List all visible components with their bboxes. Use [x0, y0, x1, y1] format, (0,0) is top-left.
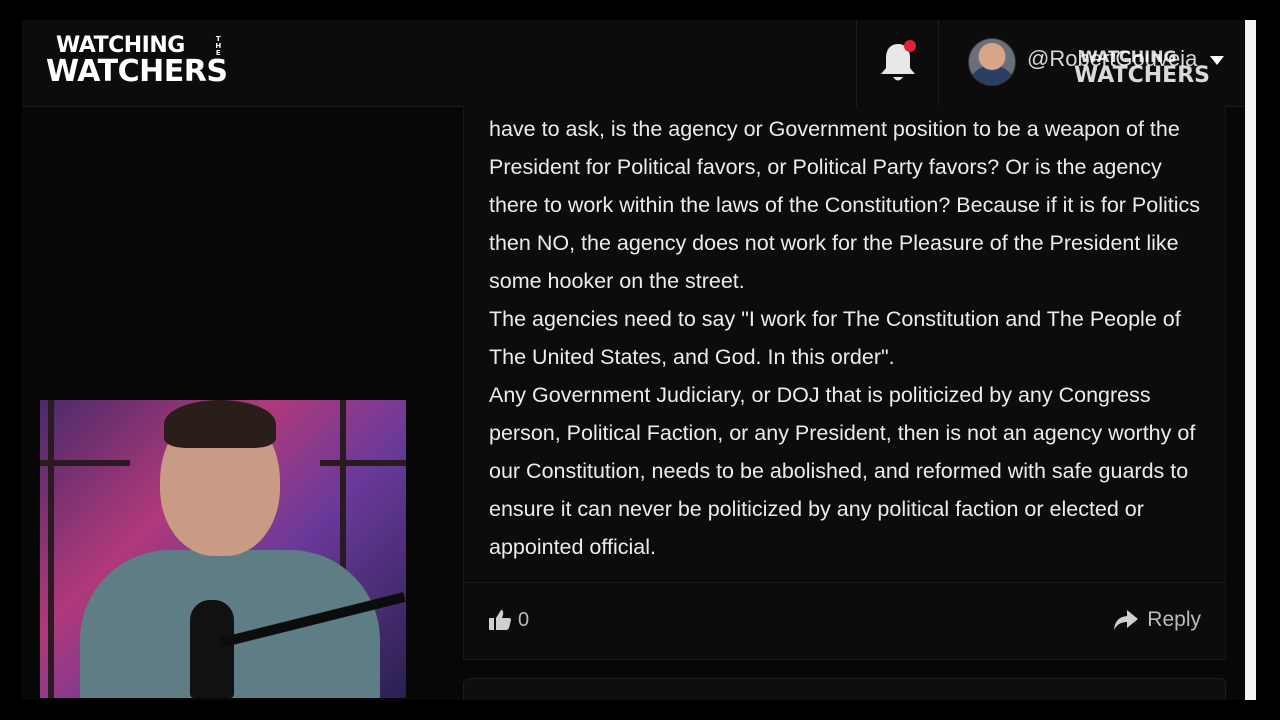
like-count: 0	[518, 608, 530, 631]
reply-button[interactable]: Reply	[1113, 605, 1201, 635]
avatar[interactable]	[968, 38, 1016, 86]
shelf	[48, 400, 54, 698]
window-edge	[1245, 20, 1256, 700]
next-comment-card	[463, 678, 1226, 700]
comment-body: have to ask, is the agency or Government…	[489, 110, 1209, 566]
watermark-line2: WATCHERS	[1074, 63, 1210, 88]
top-bar: WATCHING THE WATCHERS @RobertGouveia WAT…	[22, 20, 1244, 107]
chevron-down-icon[interactable]	[1210, 56, 1224, 65]
person-hair	[164, 400, 276, 448]
shelf	[320, 460, 406, 466]
notification-dot	[904, 40, 916, 52]
reply-label: Reply	[1147, 608, 1201, 631]
divider	[856, 20, 857, 106]
divider	[464, 582, 1225, 583]
comment-paragraph: have to ask, is the agency or Government…	[489, 117, 1201, 293]
reply-arrow-icon	[1114, 610, 1139, 630]
divider	[938, 20, 939, 106]
comment-paragraph: Any Government Judiciary, or DOJ that is…	[489, 383, 1196, 559]
like-button[interactable]: 0	[488, 605, 529, 635]
notifications-button[interactable]	[878, 40, 918, 84]
site-logo[interactable]: WATCHING THE WATCHERS	[46, 34, 246, 90]
comment-paragraph: The agencies need to say "I work for The…	[489, 307, 1181, 369]
comment-card: have to ask, is the agency or Government…	[463, 106, 1226, 660]
webcam-overlay	[40, 400, 406, 698]
microphone	[190, 600, 234, 698]
logo-line2: WATCHERS	[46, 54, 228, 89]
thumbs-up-icon	[489, 610, 511, 630]
